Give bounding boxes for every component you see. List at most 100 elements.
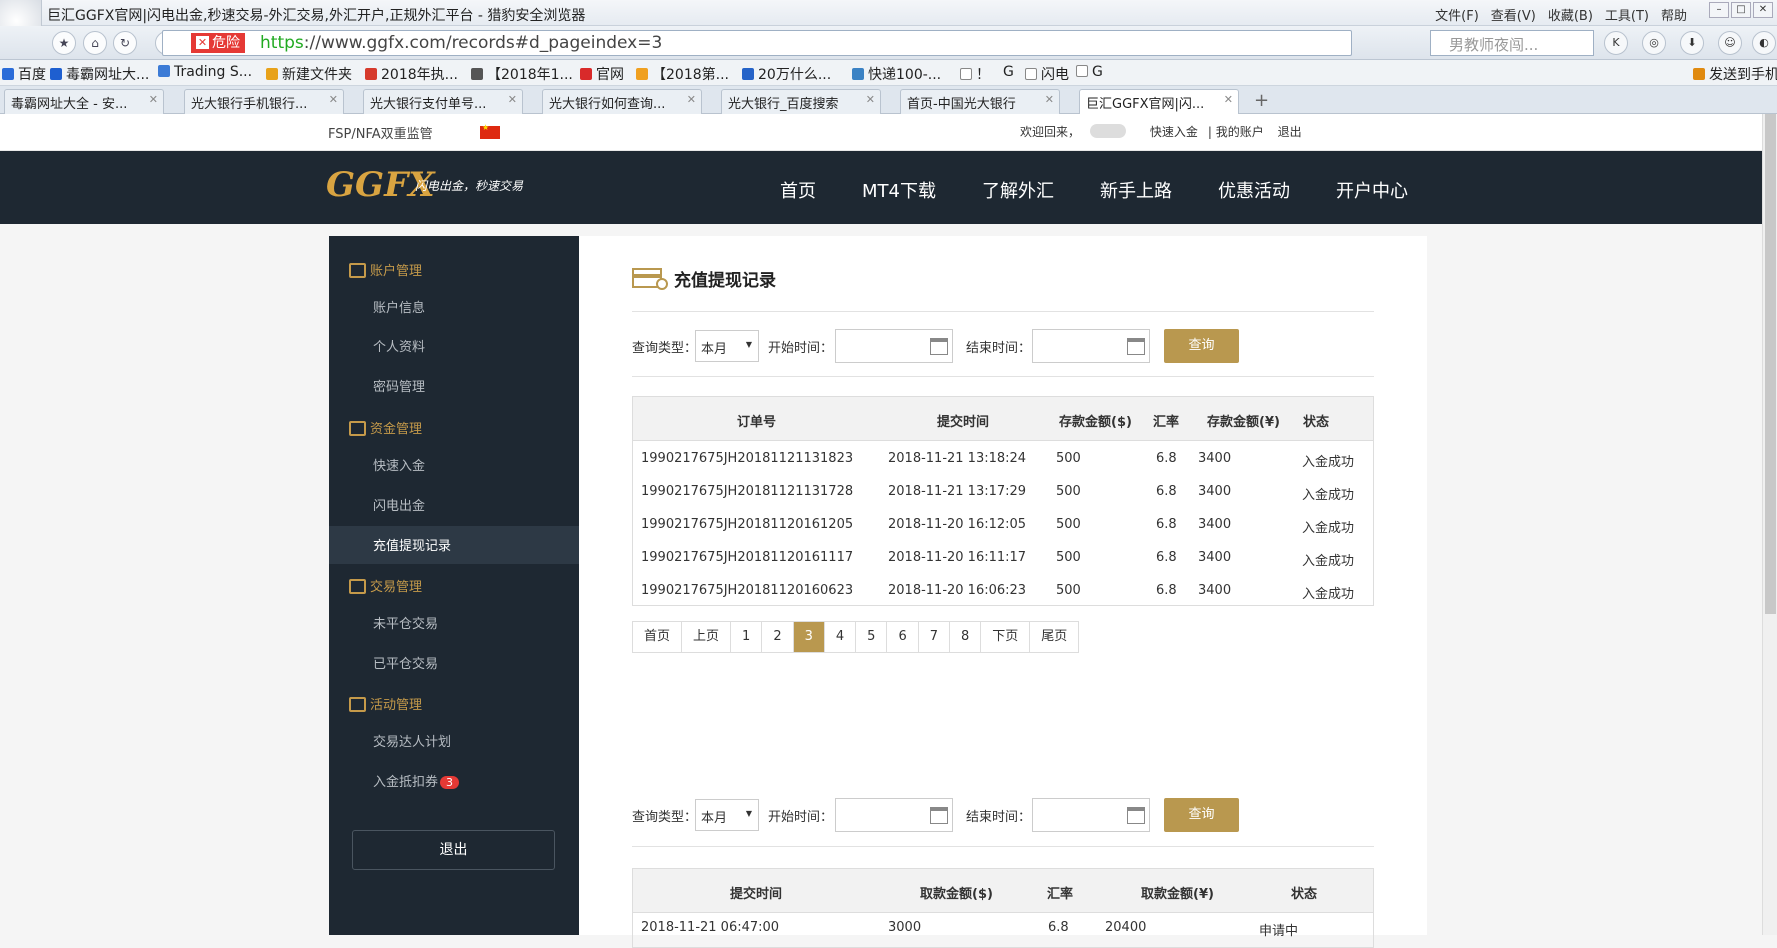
bookmark-item[interactable]: 【2018第...: [636, 64, 729, 84]
page-7[interactable]: 7: [918, 622, 950, 652]
favorite-star-icon[interactable]: ★: [52, 31, 76, 55]
browser-tab-active[interactable]: 巨汇GGFX官网|闪... ✕: [1079, 89, 1239, 114]
page-1[interactable]: 1: [731, 622, 763, 652]
browser-tab[interactable]: 首页-中国光大银行 ✕: [900, 89, 1060, 114]
page-prev[interactable]: 上页: [682, 622, 732, 652]
sidebar-item-closed-trades[interactable]: 已平仓交易: [329, 644, 579, 682]
bookmark-item[interactable]: 闪电: [1025, 64, 1069, 84]
browser-tab[interactable]: 光大银行如何查询... ✕: [542, 89, 702, 114]
calendar-icon[interactable]: [930, 807, 948, 824]
page-4[interactable]: 4: [824, 622, 857, 652]
download-icon[interactable]: ⬇: [1680, 31, 1704, 55]
close-tab-icon[interactable]: ✕: [1045, 93, 1054, 106]
page-first[interactable]: 首页: [633, 622, 683, 652]
page-6[interactable]: 6: [887, 622, 919, 652]
bookmark-item[interactable]: G: [1003, 64, 1014, 80]
browser-tab[interactable]: 光大银行手机银行... ✕: [184, 89, 344, 114]
tab-strip: 毒霸网址大全 - 安... ✕ 光大银行手机银行... ✕ 光大银行支付单号... ✕…: [0, 86, 1777, 114]
browser-tab[interactable]: 光大银行支付单号... ✕: [363, 89, 523, 114]
sidebar-item-open-trades[interactable]: 未平仓交易: [329, 604, 579, 642]
sidebar-item-records[interactable]: 充值提现记录: [329, 526, 579, 564]
menu-favorites[interactable]: 收藏(B): [1548, 5, 1593, 24]
bookmark-item[interactable]: Trading S...: [158, 64, 252, 80]
start-date-input[interactable]: [835, 329, 953, 363]
sidebar-item-profile[interactable]: 个人资料: [329, 327, 579, 365]
menu-view[interactable]: 查看(V): [1491, 5, 1536, 24]
calendar-icon[interactable]: [1127, 807, 1145, 824]
query-button[interactable]: 查询: [1164, 798, 1239, 832]
menu-file[interactable]: 文件(F): [1435, 5, 1479, 24]
close-tab-icon[interactable]: ✕: [508, 93, 517, 106]
search-input[interactable]: 男教师夜闯...: [1430, 30, 1594, 56]
calendar-icon[interactable]: [930, 338, 948, 355]
close-tab-icon[interactable]: ✕: [149, 93, 158, 106]
bookmark-item[interactable]: 20万什么...: [742, 64, 831, 84]
close-tab-icon[interactable]: ✕: [866, 93, 875, 106]
nav-account-center[interactable]: 开户中心: [1336, 177, 1408, 203]
nav-beginner[interactable]: 新手上路: [1100, 177, 1172, 203]
sidebar-item-coupons[interactable]: 入金抵扣券 3: [329, 762, 579, 800]
page-3-current[interactable]: 3: [793, 622, 825, 652]
extension-k-icon[interactable]: K: [1604, 31, 1628, 55]
game-icon[interactable]: ☺: [1718, 31, 1742, 55]
page-icon: [1025, 68, 1037, 80]
bookmark-item[interactable]: G: [1076, 64, 1103, 80]
browser-tab[interactable]: 光大银行_百度搜索 ✕: [721, 89, 881, 114]
quick-deposit-link[interactable]: 快速入金: [1150, 125, 1198, 139]
url-text[interactable]: https://www.ggfx.com/records#d_pageindex…: [260, 33, 662, 53]
start-date-input[interactable]: [835, 798, 953, 832]
query-type-select[interactable]: 本月: [695, 330, 759, 362]
new-tab-icon[interactable]: +: [1254, 90, 1269, 111]
query-type-select[interactable]: 本月: [695, 799, 759, 831]
calendar-icon[interactable]: [1127, 338, 1145, 355]
page-scrollbar[interactable]: [1762, 114, 1777, 935]
logout-button[interactable]: 退出: [352, 830, 555, 870]
minimize-icon[interactable]: –: [1709, 2, 1729, 18]
close-icon[interactable]: ✕: [1753, 2, 1773, 18]
extension-circle-icon[interactable]: ◎: [1642, 31, 1666, 55]
menu-help[interactable]: 帮助: [1661, 5, 1687, 24]
page-5[interactable]: 5: [856, 622, 888, 652]
bookmark-item[interactable]: 官网: [580, 64, 624, 84]
bookmark-item[interactable]: 百度: [2, 64, 46, 84]
bookmark-item[interactable]: 新建文件夹: [266, 64, 352, 84]
end-date-input[interactable]: [1032, 329, 1150, 363]
bookmark-item[interactable]: 【2018年1...: [471, 64, 573, 84]
nav-learn-forex[interactable]: 了解外汇: [982, 177, 1054, 203]
sidebar-item-quick-deposit[interactable]: 快速入金: [329, 446, 579, 484]
bookmark-item[interactable]: ！: [960, 64, 990, 84]
end-date-input[interactable]: [1032, 798, 1150, 832]
menu-tools[interactable]: 工具(T): [1605, 5, 1649, 24]
page-next[interactable]: 下页: [981, 622, 1031, 652]
close-tab-icon[interactable]: ✕: [1224, 93, 1233, 106]
refresh-icon[interactable]: ↻: [113, 31, 137, 55]
page-last[interactable]: 尾页: [1030, 622, 1079, 652]
extension-more-icon[interactable]: ◐: [1752, 31, 1776, 55]
bookmark-item[interactable]: 毒霸网址大...: [50, 64, 149, 84]
nav-home[interactable]: 首页: [780, 177, 816, 203]
address-bar[interactable]: ✕ 危险 https://www.ggfx.com/records#d_pagei…: [162, 30, 1352, 56]
browser-tab[interactable]: 毒霸网址大全 - 安... ✕: [4, 89, 164, 114]
china-flag-icon[interactable]: [480, 123, 500, 139]
my-account-link[interactable]: 我的账户: [1216, 125, 1264, 139]
maximize-icon[interactable]: □: [1731, 2, 1751, 18]
sidebar-item-trader-plan[interactable]: 交易达人计划: [329, 722, 579, 760]
bookmark-item[interactable]: 发送到手机: [1693, 64, 1777, 84]
home-icon[interactable]: ⌂: [83, 31, 107, 55]
nav-promotions[interactable]: 优惠活动: [1218, 177, 1290, 203]
menu-bar: 文件(F) 查看(V) 收藏(B) 工具(T) 帮助: [1435, 5, 1687, 24]
sidebar-item-account-info[interactable]: 账户信息: [329, 288, 579, 326]
close-tab-icon[interactable]: ✕: [329, 93, 338, 106]
query-button[interactable]: 查询: [1164, 329, 1239, 363]
nav-mt4-download[interactable]: MT4下载: [862, 177, 936, 203]
bookmark-item[interactable]: 2018年执...: [365, 64, 458, 84]
security-warning-badge[interactable]: ✕ 危险: [191, 33, 245, 53]
bookmark-item[interactable]: 快递100-...: [852, 64, 941, 84]
logout-link[interactable]: 退出: [1278, 125, 1302, 139]
sidebar-item-password[interactable]: 密码管理: [329, 367, 579, 405]
page-2[interactable]: 2: [762, 622, 794, 652]
close-tab-icon[interactable]: ✕: [687, 93, 696, 106]
page-8[interactable]: 8: [950, 622, 982, 652]
sidebar-item-fast-withdraw[interactable]: 闪电出金: [329, 486, 579, 524]
scrollbar-thumb[interactable]: [1765, 114, 1776, 614]
